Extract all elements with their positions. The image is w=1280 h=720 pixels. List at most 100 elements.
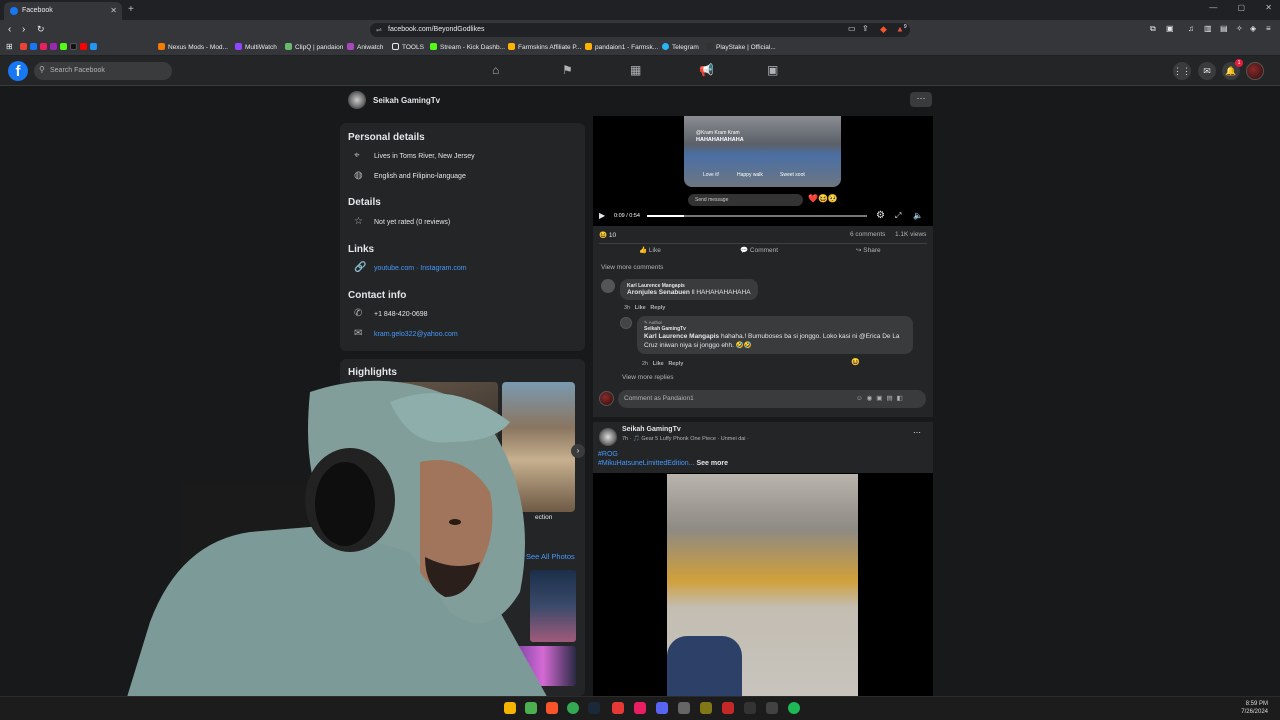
- post-image-container[interactable]: [593, 473, 933, 696]
- messenger-button[interactable]: ✉: [1198, 62, 1216, 80]
- comment-like-link[interactable]: Like: [635, 305, 646, 311]
- media-icon[interactable]: ♫: [1188, 24, 1194, 33]
- maximize-icon[interactable]: ▢: [1238, 3, 1246, 12]
- reaction-emojis[interactable]: ❤️😆🥺: [808, 194, 838, 203]
- bookmark-aniwatch[interactable]: Aniwatch: [347, 43, 383, 51]
- brave-browser-icon[interactable]: [546, 702, 558, 714]
- comment-mention[interactable]: Aronjules Senabuen: [627, 289, 690, 296]
- bookmark-nexus[interactable]: Nexus Mods - Mod...: [158, 43, 228, 51]
- post-options-icon[interactable]: ⋯: [913, 428, 921, 437]
- spotify-icon[interactable]: [788, 702, 800, 714]
- chrome-icon[interactable]: [567, 702, 579, 714]
- cast-icon[interactable]: ▭: [848, 24, 856, 33]
- see-more-link[interactable]: See more: [696, 460, 728, 467]
- url-field[interactable]: ⇌ facebook.com/BeyondGodlikes: [370, 23, 910, 37]
- my-avatar[interactable]: [599, 391, 614, 406]
- discord-icon[interactable]: [656, 702, 668, 714]
- extensions-icon[interactable]: ⧉: [1150, 24, 1156, 34]
- megaphone-icon[interactable]: 📢: [699, 63, 714, 77]
- bookmark-telegram[interactable]: Telegram: [662, 43, 699, 51]
- account-avatar[interactable]: [1246, 62, 1264, 80]
- browser-tab[interactable]: Facebook ✕: [4, 2, 122, 20]
- reply-avatar[interactable]: [620, 317, 632, 329]
- bookmark-pandaion[interactable]: pandaion1 - Farmsk...: [585, 43, 658, 51]
- bookmark-farmskins[interactable]: Farmskins Affiliate P...: [508, 43, 581, 51]
- like-button[interactable]: 👍 Like: [639, 246, 661, 254]
- more-options-button[interactable]: ···: [910, 92, 932, 107]
- reply-mention[interactable]: Karl Laurence Mangapis: [644, 333, 719, 340]
- comment-button[interactable]: 💬 Comment: [740, 246, 778, 254]
- taskbar-app-icon[interactable]: [700, 702, 712, 714]
- hashtag-rog[interactable]: #ROG: [598, 451, 618, 458]
- reply-like-link[interactable]: Like: [653, 361, 664, 367]
- bookmark-playstake[interactable]: PlayStake | Official...: [706, 43, 776, 51]
- reply-reply-link[interactable]: Reply: [668, 361, 683, 367]
- home-icon[interactable]: ⌂: [492, 63, 499, 77]
- video-progress-track[interactable]: [647, 215, 867, 217]
- post-author-avatar[interactable]: [599, 428, 617, 446]
- sidebar-icon[interactable]: ▥: [1204, 24, 1212, 33]
- comment-reply-link[interactable]: Reply: [650, 305, 665, 311]
- post-author-name[interactable]: Seikah GamingTv: [622, 426, 681, 433]
- taskbar-app-icon[interactable]: [766, 702, 778, 714]
- comments-count[interactable]: 6 comments: [850, 231, 885, 238]
- vpn-icon[interactable]: ◈: [1250, 24, 1256, 33]
- reload-icon[interactable]: ↻: [37, 24, 45, 35]
- apps-grid-icon[interactable]: ⊞: [6, 42, 13, 51]
- taskbar-app-icon[interactable]: [722, 702, 734, 714]
- leo-icon[interactable]: ✧: [1236, 24, 1243, 33]
- taskbar-app-icon[interactable]: [612, 702, 624, 714]
- system-clock[interactable]: 8:59 PM 7/26/2024: [1241, 700, 1268, 716]
- forward-icon[interactable]: ›: [22, 24, 25, 35]
- chip-love-it[interactable]: Love it!: [703, 172, 719, 178]
- fullscreen-icon[interactable]: ⤢: [895, 211, 901, 221]
- links-text[interactable]: youtube.com · Instagram.com: [374, 265, 467, 272]
- taskbar-app-icon[interactable]: [634, 702, 646, 714]
- profile-name[interactable]: Seikah GamingTv: [373, 96, 440, 105]
- hashtag-miku[interactable]: #MikuHatsuneLimittedEdition...: [598, 460, 695, 467]
- pages-flag-icon[interactable]: ⚑: [562, 63, 573, 77]
- comment-input[interactable]: Comment as Pandaion1 ☺◉▣▤◧: [618, 390, 926, 408]
- taskbar-app-icon[interactable]: [525, 702, 537, 714]
- taskbar-app-icon[interactable]: [678, 702, 690, 714]
- comment-tools-icons[interactable]: ☺◉▣▤◧: [856, 394, 907, 402]
- reaction-count[interactable]: 😆 10: [599, 231, 616, 239]
- file-explorer-icon[interactable]: [504, 702, 516, 714]
- play-icon[interactable]: ▶: [599, 211, 605, 220]
- search-input[interactable]: ⚲ Search Facebook: [34, 62, 172, 80]
- brave-shield-icon[interactable]: ◆: [880, 24, 887, 35]
- bookmark-multiwatch[interactable]: MultiWatch: [235, 43, 277, 51]
- back-icon[interactable]: ‹: [8, 24, 11, 35]
- chip-sweet-soot[interactable]: Sweet soot: [780, 172, 805, 178]
- commenter-avatar[interactable]: [601, 279, 615, 293]
- wallet-icon[interactable]: ▤: [1220, 24, 1228, 33]
- calendar-icon[interactable]: ▣: [767, 63, 778, 77]
- profile-avatar[interactable]: [348, 91, 366, 109]
- steam-icon[interactable]: [588, 702, 600, 714]
- extension2-icon[interactable]: ▣: [1166, 24, 1174, 33]
- volume-icon[interactable]: 🔈: [913, 211, 923, 220]
- ads-manager-icon[interactable]: ▦: [630, 63, 641, 77]
- share-button[interactable]: ↪ Share: [856, 246, 881, 254]
- menu-icon[interactable]: ≡: [1266, 24, 1271, 33]
- bookmark-tools[interactable]: TOOLS: [392, 43, 424, 51]
- new-tab-button[interactable]: +: [128, 4, 134, 15]
- brave-rewards-icon[interactable]: ▲9: [896, 24, 907, 34]
- video-player[interactable]: @Kram Kram Kram HAHAHAHAHAHA Love it! Ha…: [593, 116, 933, 226]
- close-tab-icon[interactable]: ✕: [110, 6, 117, 15]
- reply-reaction-icon[interactable]: 😆: [851, 358, 860, 366]
- minimize-icon[interactable]: —: [1209, 3, 1217, 12]
- menu-grid-button[interactable]: ⋮⋮: [1173, 62, 1191, 80]
- site-info-icon[interactable]: ⇌: [376, 26, 382, 34]
- email-text[interactable]: kram.gelo322@yahoo.com: [374, 331, 458, 338]
- settings-gear-icon[interactable]: ⚙: [876, 210, 885, 221]
- chip-happy-walk[interactable]: Happy walk: [737, 172, 763, 178]
- taskbar-app-icon[interactable]: [744, 702, 756, 714]
- send-message-field[interactable]: Send message: [688, 194, 803, 206]
- view-more-replies-link[interactable]: View more replies: [622, 374, 674, 381]
- facebook-logo-icon[interactable]: f: [8, 61, 28, 81]
- view-more-comments-link[interactable]: View more comments: [601, 264, 663, 271]
- bookmark-kick[interactable]: Stream - Kick Dashb...: [430, 43, 505, 51]
- share-icon[interactable]: ⇪: [862, 24, 869, 33]
- close-window-icon[interactable]: ✕: [1265, 3, 1272, 12]
